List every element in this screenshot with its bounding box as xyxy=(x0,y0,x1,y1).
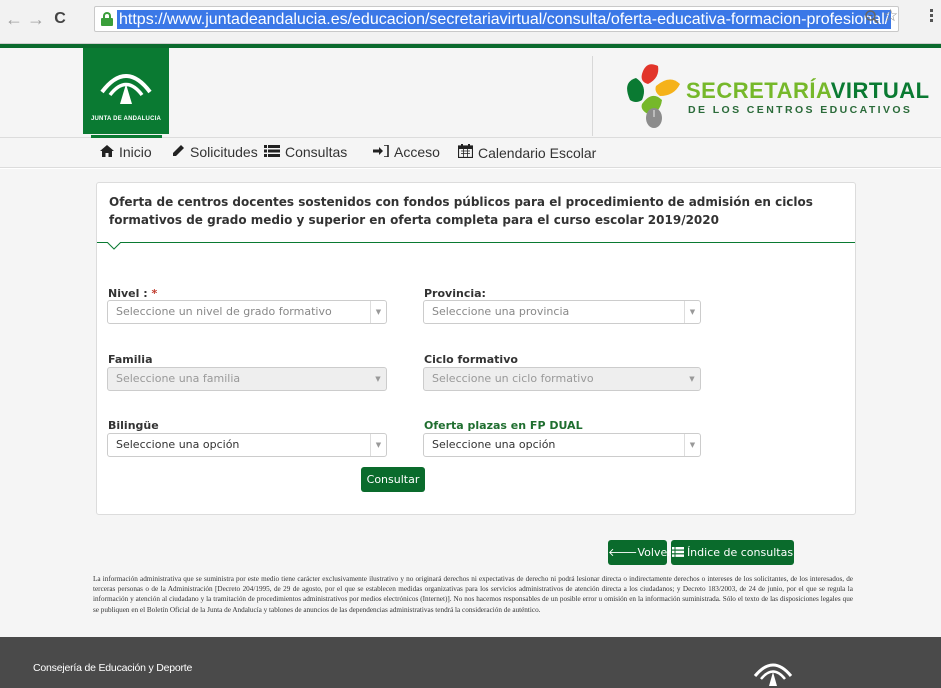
ciclo-select[interactable]: Seleccione un ciclo formativo ▼ xyxy=(423,367,701,391)
volver-button[interactable]: 🡐Volver xyxy=(608,540,672,565)
nav-active-indicator xyxy=(91,135,162,138)
chevron-down-icon: ▼ xyxy=(370,434,386,456)
consultar-button[interactable]: Consultar xyxy=(361,467,425,492)
list-icon xyxy=(264,144,280,160)
chevron-down-icon: ▼ xyxy=(689,375,695,383)
nav-item-consultas[interactable]: Consultas xyxy=(264,144,347,160)
list-icon xyxy=(671,541,684,566)
url-text[interactable]: https://www.juntadeandalucia.es/educacio… xyxy=(117,10,892,29)
indice-consultas-button[interactable]: Índice de consultas xyxy=(671,540,794,565)
chevron-down-icon: ▼ xyxy=(375,375,381,383)
nivel-select[interactable]: Seleccione un nivel de grado formativo ▼ xyxy=(107,300,387,324)
pencil-icon xyxy=(172,144,185,160)
bilingue-label: Bilingüe xyxy=(108,419,159,432)
back-button[interactable]: ← xyxy=(4,8,24,30)
nav-item-inicio[interactable]: Inicio xyxy=(100,144,152,160)
brand-title: SECRETARÍAVIRTUAL xyxy=(686,78,930,103)
brand-subtitle: DE LOS CENTROS EDUCATIVOS xyxy=(688,104,913,116)
browser-toolbar: ← → C https://www.juntadeandalucia.es/ed… xyxy=(0,0,941,44)
zoom-icon[interactable] xyxy=(865,10,879,24)
provincia-select[interactable]: Seleccione una provincia ▼ xyxy=(423,300,701,324)
familia-select[interactable]: Seleccione una familia ▼ xyxy=(107,367,387,391)
ciclo-label: Ciclo formativo xyxy=(424,353,518,366)
nav-item-calendario[interactable]: Calendario Escolar xyxy=(457,144,596,161)
junta-logo[interactable]: JUNTA DE ANDALUCIA xyxy=(83,48,169,134)
chevron-down-icon: ▼ xyxy=(370,301,386,323)
sign-in-icon xyxy=(373,143,389,160)
title-separator xyxy=(97,242,855,243)
calendar-icon xyxy=(457,144,474,161)
forward-button[interactable]: → xyxy=(26,8,46,30)
provincia-label: Provincia: xyxy=(424,287,486,300)
junta-arch-icon xyxy=(100,74,152,104)
bilingue-select[interactable]: Seleccione una opción ▼ xyxy=(107,433,387,457)
bookmark-star-icon[interactable]: ☆ xyxy=(883,6,898,26)
chevron-down-icon: ▼ xyxy=(684,301,700,323)
browser-menu-icon[interactable] xyxy=(930,9,934,25)
separator-notch xyxy=(107,242,121,250)
header-divider xyxy=(592,56,593,136)
familia-label: Familia xyxy=(108,353,153,366)
leaves-icon xyxy=(627,64,680,128)
secretaria-virtual-logo[interactable]: SECRETARÍAVIRTUAL DE LOS CENTROS EDUCATI… xyxy=(622,60,929,130)
site-footer: Consejería de Educación y Deporte xyxy=(0,637,941,688)
search-form-panel: Oferta de centros docentes sostenidos co… xyxy=(96,182,856,515)
chevron-down-icon: ▼ xyxy=(684,434,700,456)
junta-arch-icon[interactable] xyxy=(752,656,794,686)
address-bar[interactable]: https://www.juntadeandalucia.es/educacio… xyxy=(94,6,899,32)
legal-disclaimer: La información administrativa que se sum… xyxy=(93,575,853,614)
nav-item-acceso[interactable]: Acceso xyxy=(373,143,440,160)
nav-item-solicitudes[interactable]: Solicitudes xyxy=(172,144,258,160)
site-header: JUNTA DE ANDALUCIA SECRETARÍAVIRTUAL DE … xyxy=(0,48,941,138)
dual-select[interactable]: Seleccione una opción ▼ xyxy=(423,433,701,457)
footer-text: Consejería de Educación y Deporte xyxy=(33,662,193,674)
home-icon xyxy=(100,144,114,160)
main-navigation: Inicio Solicitudes Consultas Acceso Cale… xyxy=(0,138,941,168)
arrow-left-icon: 🡐 xyxy=(608,546,638,559)
lock-icon xyxy=(101,12,113,26)
junta-logo-text: JUNTA DE ANDALUCIA xyxy=(90,116,162,122)
reload-button[interactable]: C xyxy=(50,8,70,30)
dual-label: Oferta plazas en FP DUAL xyxy=(424,419,583,432)
nivel-label: Nivel : * xyxy=(108,287,158,300)
form-title: Oferta de centros docentes sostenidos co… xyxy=(109,195,813,227)
